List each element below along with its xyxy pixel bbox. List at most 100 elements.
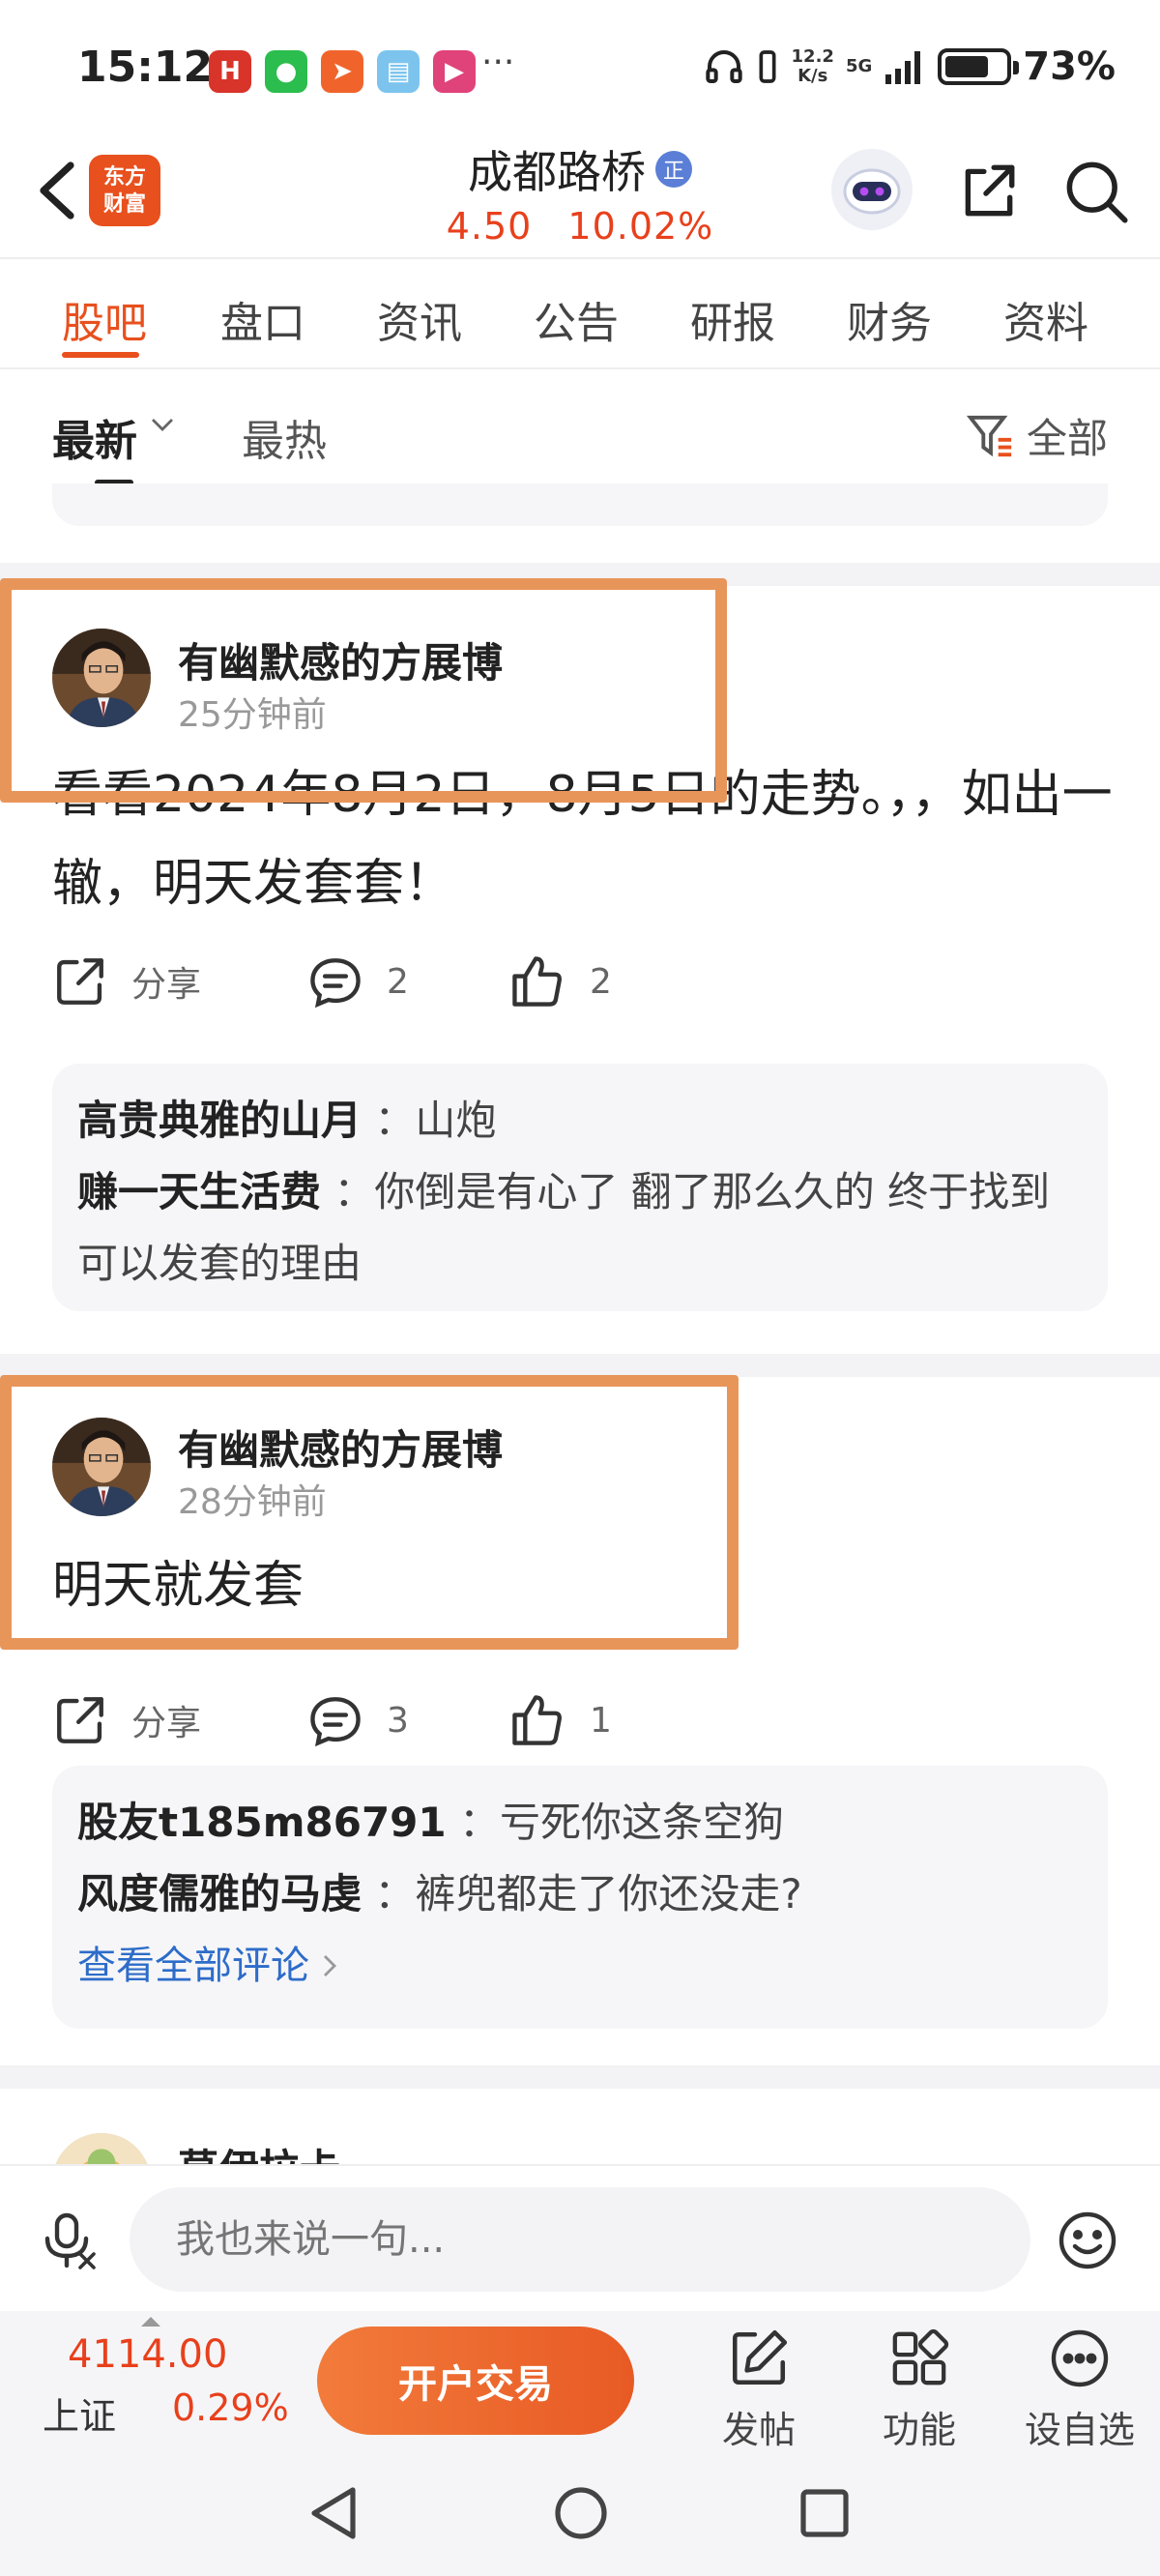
post[interactable]: 有幽默感的方展博 28分钟前 明天就发套 分享 3 1 股友t185m86791… (0, 1377, 1160, 2065)
view-all-label: 查看全部评论 (77, 1944, 309, 1988)
share-label: 分享 (131, 965, 202, 1005)
post-body[interactable]: 看看2024年8月2日，8月5日的走势。，，如出一辙，明天发套套！ (52, 750, 1116, 928)
comment-item: 赚一天生活费 ：你倒是有心了 翻了那么久的 终于找到可以发套的理由 (77, 1156, 1083, 1300)
signal-icon (885, 51, 921, 84)
function-button[interactable]: 功能 (856, 2325, 982, 2453)
thumbs-up-icon (512, 1695, 562, 1745)
comment-input-bar (0, 2164, 1160, 2311)
share-action[interactable]: 分享 (52, 1692, 201, 1748)
book-app-icon: ▤ (377, 50, 420, 93)
previous-comment-box-edge (52, 483, 1108, 526)
net-speed-value: 12.2 (791, 46, 834, 67)
search-icon (1066, 161, 1128, 223)
avatar[interactable] (52, 2133, 151, 2166)
active-tab-indicator (62, 352, 139, 358)
battery-icon (938, 48, 1020, 85)
post[interactable]: 有幽默感的方展博 25分钟前 看看2024年8月2日，8月5日的走势。，，如出一… (0, 586, 1160, 1354)
post-label: 发帖 (721, 2409, 796, 2451)
post-author[interactable]: 莫伊拉卡 (178, 2137, 340, 2166)
headphones-icon (705, 50, 742, 83)
index-change: 0.29% (172, 2386, 289, 2429)
app-notification-icon: H (209, 50, 251, 93)
tab-announcements[interactable]: 公告 (534, 288, 619, 350)
search-button[interactable] (1059, 155, 1133, 228)
avatar[interactable] (52, 1418, 151, 1516)
share-button[interactable] (951, 155, 1025, 228)
nav-home-button[interactable] (549, 2481, 613, 2545)
filter-button[interactable]: 全部 (966, 406, 1108, 465)
comment-action[interactable]: 3 (307, 1692, 409, 1748)
comment-user[interactable]: 赚一天生活费 (77, 1168, 321, 1215)
grid-icon (892, 2328, 949, 2386)
battery-fill (945, 56, 989, 77)
next-post-preview[interactable]: 莫伊拉卡 (0, 2089, 1160, 2166)
post-button[interactable]: 发帖 (696, 2325, 822, 2453)
nav-recents-button[interactable] (793, 2481, 856, 2545)
emoji-button[interactable] (1054, 2207, 1121, 2274)
nav-back-button[interactable] (302, 2481, 365, 2545)
post-time: 28分钟前 (178, 1482, 327, 1522)
like-action[interactable]: 1 (508, 1692, 612, 1748)
comment-preview[interactable]: 高贵典雅的山月 ：山炮 赚一天生活费 ：你倒是有心了 翻了那么久的 终于找到可以… (52, 1064, 1108, 1311)
tab-guba[interactable]: 股吧 (62, 288, 147, 350)
sort-latest[interactable]: 最新 (52, 406, 137, 468)
status-time: 15:12 (77, 43, 214, 92)
thumbs-up-icon (512, 956, 562, 1007)
voice-input-button[interactable] (39, 2209, 102, 2272)
tab-finance[interactable]: 财务 (847, 288, 932, 350)
comment-text: ：山炮 (374, 1097, 497, 1144)
post-body[interactable]: 明天就发套 (52, 1541, 1116, 1630)
comment-action[interactable]: 2 (307, 953, 409, 1010)
avatar[interactable] (52, 629, 151, 727)
tab-pankou[interactable]: 盘口 (220, 288, 305, 350)
ai-assistant-button[interactable] (831, 149, 913, 230)
chevron-right-icon (324, 1955, 336, 1976)
tab-research[interactable]: 研报 (690, 288, 775, 350)
function-label: 功能 (882, 2409, 956, 2451)
net-speed: 12.2 K/s (792, 47, 834, 86)
network-type: 5G (845, 56, 873, 76)
robot-icon (843, 168, 901, 215)
comment-item: 股友t185m86791 ：亏死你这条空狗 (77, 1787, 1083, 1859)
comment-user[interactable]: 高贵典雅的山月 (77, 1097, 362, 1144)
filter-label: 全部 (1026, 415, 1108, 462)
like-count: 2 (590, 961, 612, 1002)
comment-preview[interactable]: 股友t185m86791 ：亏死你这条空狗 风度儒雅的马虔 ：裤兜都走了你还没走… (52, 1766, 1108, 2029)
index-name: 上证 (43, 2395, 117, 2438)
comment-text: ：裤兜都走了你还没走? (374, 1870, 802, 1917)
tab-news[interactable]: 资讯 (377, 288, 462, 350)
share-icon (57, 958, 103, 1005)
stock-name: 成都路桥 (468, 146, 646, 198)
battery-percent: 73% (1023, 44, 1116, 89)
sort-hot[interactable]: 最热 (242, 406, 327, 468)
index-expand-caret[interactable] (141, 2317, 160, 2327)
bottom-toolbar: 4114.00 上证 0.29% 开户交易 发帖 功能 设自选 (0, 2311, 1160, 2453)
section-tabs: 股吧 盘口 资讯 公告 研报 财务 资料 (0, 259, 1160, 369)
status-bar: 15:12 H ● ➤ ▤ ▶ ··· 12.2 K/s 5G 73% (0, 0, 1160, 135)
post-author[interactable]: 有幽默感的方展博 (178, 1418, 503, 1477)
share-action[interactable]: 分享 (52, 953, 201, 1010)
comment-input[interactable] (130, 2187, 1030, 2292)
comment-user[interactable]: 股友t185m86791 (77, 1799, 447, 1846)
index-value[interactable]: 4114.00 (68, 2332, 227, 2377)
filter-icon (966, 415, 1012, 456)
tab-profile[interactable]: 资料 (1003, 288, 1088, 350)
comment-user[interactable]: 风度儒雅的马虔 (77, 1870, 362, 1917)
edit-icon (732, 2329, 788, 2386)
user-avatar-image (52, 1418, 151, 1516)
add-watchlist-button[interactable]: 设自选 (1017, 2325, 1143, 2453)
view-all-comments-link[interactable]: 查看全部评论 (77, 1930, 1083, 2002)
like-action[interactable]: 2 (508, 953, 612, 1010)
post-divider (0, 563, 1160, 586)
more-circle-icon (1051, 2329, 1109, 2387)
post-divider (0, 1354, 1160, 1377)
sort-bar: 最新 最热 全部 (0, 371, 1160, 487)
comment-item: 高贵典雅的山月 ：山炮 (77, 1085, 1083, 1156)
stock-price: 4.50 (446, 205, 533, 248)
post-author[interactable]: 有幽默感的方展博 (178, 630, 503, 689)
stock-badge: 正 (655, 151, 692, 188)
share-label: 分享 (131, 1704, 202, 1743)
like-count: 1 (590, 1700, 612, 1741)
open-account-trade-button[interactable]: 开户交易 (317, 2327, 634, 2435)
system-status: 12.2 K/s 5G 73% (705, 44, 1116, 89)
